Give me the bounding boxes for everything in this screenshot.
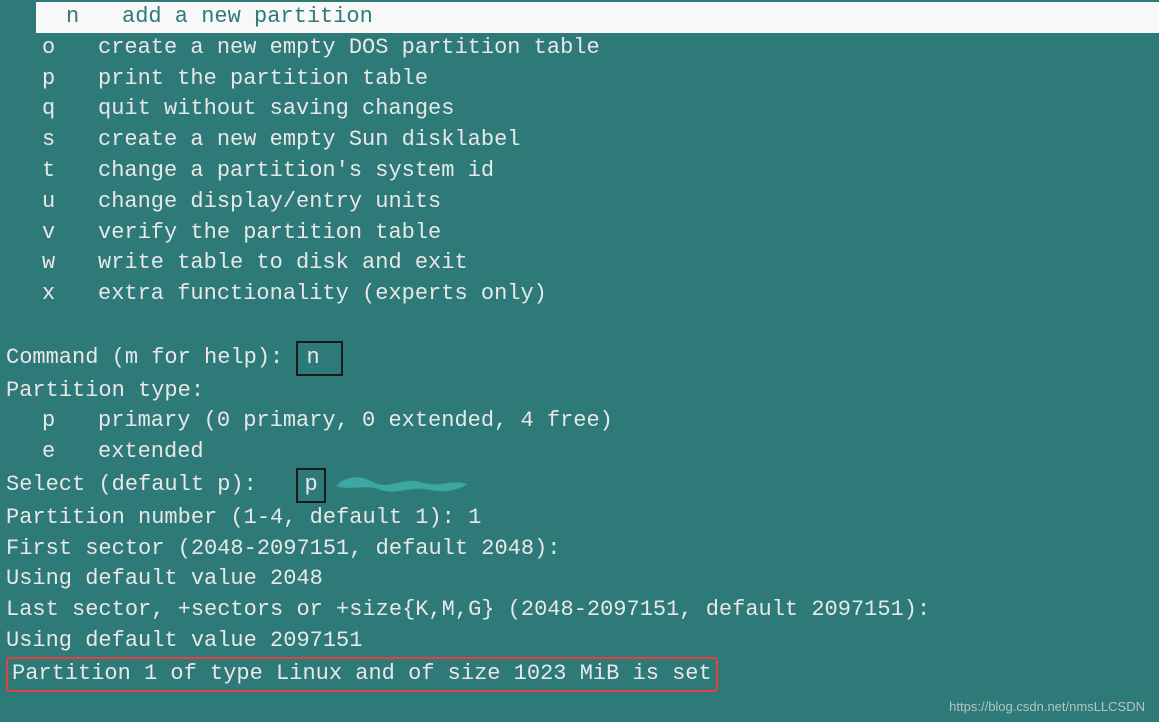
result-line: Partition 1 of type Linux and of size 10…	[6, 657, 1159, 692]
last-sector-line[interactable]: Last sector, +sectors or +size{K,M,G} (2…	[6, 595, 1159, 626]
using-default-first: Using default value 2048	[6, 564, 1159, 595]
watermark-text: https://blog.csdn.net/nmsLLCSDN	[949, 698, 1145, 716]
menu-item-p: pprint the partition table	[6, 64, 1159, 95]
redaction-scribble-icon	[334, 472, 474, 496]
menu-item-o: ocreate a new empty DOS partition table	[6, 33, 1159, 64]
ptype-extended: eextended	[6, 437, 1159, 468]
partition-number-line[interactable]: Partition number (1-4, default 1): 1	[6, 503, 1159, 534]
command-prompt-line[interactable]: Command (m for help): n	[6, 341, 1159, 376]
result-highlight-box: Partition 1 of type Linux and of size 10…	[6, 657, 718, 692]
menu-item-t: tchange a partition's system id	[6, 156, 1159, 187]
menu-item-q: qquit without saving changes	[6, 94, 1159, 125]
menu-item-w: wwrite table to disk and exit	[6, 248, 1159, 279]
command-prompt-label: Command (m for help):	[6, 345, 283, 370]
partition-type-header: Partition type:	[6, 376, 1159, 407]
select-prompt-line[interactable]: Select (default p): p	[6, 468, 1159, 503]
command-input-box[interactable]: n	[296, 341, 342, 376]
menu-item-v: vverify the partition table	[6, 218, 1159, 249]
blank-line	[6, 310, 1159, 341]
menu-item-x: xextra functionality (experts only)	[6, 279, 1159, 310]
menu-item-n: nadd a new partition	[6, 2, 1159, 33]
terminal-output: nadd a new partition ocreate a new empty…	[0, 0, 1159, 692]
menu-item-s: screate a new empty Sun disklabel	[6, 125, 1159, 156]
ptype-primary: pprimary (0 primary, 0 extended, 4 free)	[6, 406, 1159, 437]
first-sector-line[interactable]: First sector (2048-2097151, default 2048…	[6, 534, 1159, 565]
using-default-last: Using default value 2097151	[6, 626, 1159, 657]
select-label: Select (default p):	[6, 472, 296, 497]
select-input-box[interactable]: p	[296, 468, 325, 503]
menu-item-u: uchange display/entry units	[6, 187, 1159, 218]
